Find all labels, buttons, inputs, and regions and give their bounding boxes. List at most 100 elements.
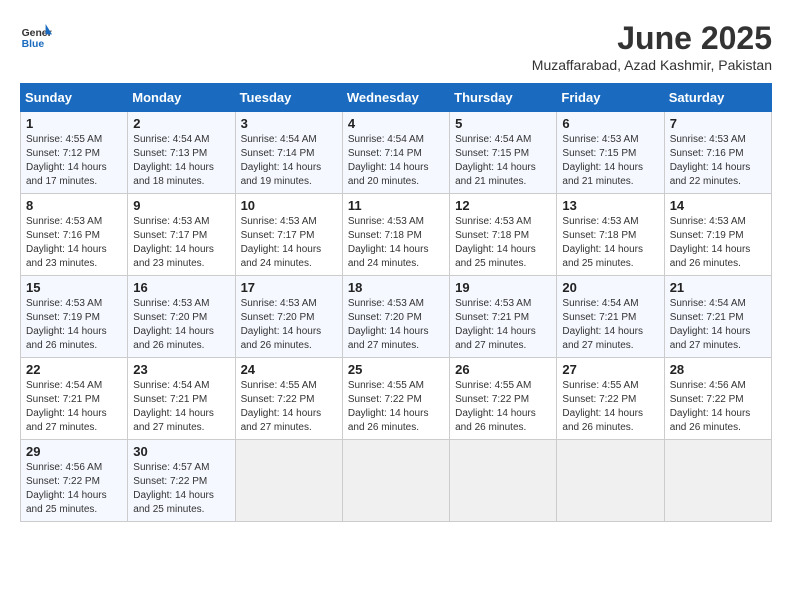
- calendar-cell: [557, 440, 664, 522]
- day-info: Sunrise: 4:56 AMSunset: 7:22 PMDaylight:…: [670, 380, 751, 433]
- day-info: Sunrise: 4:56 AMSunset: 7:22 PMDaylight:…: [26, 462, 107, 515]
- calendar-week-row: 15 Sunrise: 4:53 AMSunset: 7:19 PMDaylig…: [21, 276, 772, 358]
- calendar-cell: 28 Sunrise: 4:56 AMSunset: 7:22 PMDaylig…: [664, 358, 771, 440]
- day-number: 16: [133, 280, 229, 295]
- day-number: 26: [455, 362, 551, 377]
- day-info: Sunrise: 4:53 AMSunset: 7:20 PMDaylight:…: [241, 298, 322, 351]
- col-friday: Friday: [557, 84, 664, 112]
- weekday-header-row: Sunday Monday Tuesday Wednesday Thursday…: [21, 84, 772, 112]
- calendar-cell: 12 Sunrise: 4:53 AMSunset: 7:18 PMDaylig…: [450, 194, 557, 276]
- col-thursday: Thursday: [450, 84, 557, 112]
- day-number: 4: [348, 116, 444, 131]
- day-number: 7: [670, 116, 766, 131]
- day-info: Sunrise: 4:53 AMSunset: 7:19 PMDaylight:…: [670, 216, 751, 269]
- logo: General Blue: [20, 20, 52, 52]
- day-number: 11: [348, 198, 444, 213]
- calendar-cell: 19 Sunrise: 4:53 AMSunset: 7:21 PMDaylig…: [450, 276, 557, 358]
- day-info: Sunrise: 4:53 AMSunset: 7:17 PMDaylight:…: [133, 216, 214, 269]
- calendar-cell: 29 Sunrise: 4:56 AMSunset: 7:22 PMDaylig…: [21, 440, 128, 522]
- calendar-week-row: 29 Sunrise: 4:56 AMSunset: 7:22 PMDaylig…: [21, 440, 772, 522]
- day-info: Sunrise: 4:53 AMSunset: 7:16 PMDaylight:…: [670, 134, 751, 187]
- day-info: Sunrise: 4:54 AMSunset: 7:15 PMDaylight:…: [455, 134, 536, 187]
- calendar-cell: 25 Sunrise: 4:55 AMSunset: 7:22 PMDaylig…: [342, 358, 449, 440]
- day-number: 27: [562, 362, 658, 377]
- col-sunday: Sunday: [21, 84, 128, 112]
- day-info: Sunrise: 4:55 AMSunset: 7:22 PMDaylight:…: [241, 380, 322, 433]
- day-info: Sunrise: 4:53 AMSunset: 7:19 PMDaylight:…: [26, 298, 107, 351]
- calendar-cell: 26 Sunrise: 4:55 AMSunset: 7:22 PMDaylig…: [450, 358, 557, 440]
- day-info: Sunrise: 4:54 AMSunset: 7:14 PMDaylight:…: [241, 134, 322, 187]
- day-number: 20: [562, 280, 658, 295]
- day-info: Sunrise: 4:54 AMSunset: 7:21 PMDaylight:…: [562, 298, 643, 351]
- day-number: 19: [455, 280, 551, 295]
- day-info: Sunrise: 4:55 AMSunset: 7:22 PMDaylight:…: [348, 380, 429, 433]
- day-info: Sunrise: 4:53 AMSunset: 7:15 PMDaylight:…: [562, 134, 643, 187]
- day-number: 6: [562, 116, 658, 131]
- day-number: 18: [348, 280, 444, 295]
- day-info: Sunrise: 4:53 AMSunset: 7:18 PMDaylight:…: [562, 216, 643, 269]
- day-info: Sunrise: 4:53 AMSunset: 7:21 PMDaylight:…: [455, 298, 536, 351]
- day-number: 25: [348, 362, 444, 377]
- day-number: 15: [26, 280, 122, 295]
- col-wednesday: Wednesday: [342, 84, 449, 112]
- col-saturday: Saturday: [664, 84, 771, 112]
- day-info: Sunrise: 4:54 AMSunset: 7:21 PMDaylight:…: [670, 298, 751, 351]
- calendar-table: Sunday Monday Tuesday Wednesday Thursday…: [20, 83, 772, 522]
- calendar-cell: 1 Sunrise: 4:55 AMSunset: 7:12 PMDayligh…: [21, 112, 128, 194]
- day-number: 14: [670, 198, 766, 213]
- day-info: Sunrise: 4:54 AMSunset: 7:21 PMDaylight:…: [26, 380, 107, 433]
- day-number: 29: [26, 444, 122, 459]
- calendar-week-row: 8 Sunrise: 4:53 AMSunset: 7:16 PMDayligh…: [21, 194, 772, 276]
- calendar-cell: 7 Sunrise: 4:53 AMSunset: 7:16 PMDayligh…: [664, 112, 771, 194]
- day-number: 12: [455, 198, 551, 213]
- day-number: 23: [133, 362, 229, 377]
- day-number: 1: [26, 116, 122, 131]
- calendar-cell: 8 Sunrise: 4:53 AMSunset: 7:16 PMDayligh…: [21, 194, 128, 276]
- calendar-cell: 4 Sunrise: 4:54 AMSunset: 7:14 PMDayligh…: [342, 112, 449, 194]
- day-info: Sunrise: 4:54 AMSunset: 7:21 PMDaylight:…: [133, 380, 214, 433]
- calendar-cell: 11 Sunrise: 4:53 AMSunset: 7:18 PMDaylig…: [342, 194, 449, 276]
- calendar-cell: [342, 440, 449, 522]
- day-number: 22: [26, 362, 122, 377]
- page-header: General Blue June 2025 Muzaffarabad, Aza…: [20, 20, 772, 73]
- day-info: Sunrise: 4:57 AMSunset: 7:22 PMDaylight:…: [133, 462, 214, 515]
- generalblue-logo-icon: General Blue: [20, 20, 52, 52]
- day-number: 28: [670, 362, 766, 377]
- calendar-cell: 24 Sunrise: 4:55 AMSunset: 7:22 PMDaylig…: [235, 358, 342, 440]
- calendar-cell: 30 Sunrise: 4:57 AMSunset: 7:22 PMDaylig…: [128, 440, 235, 522]
- title-block: June 2025 Muzaffarabad, Azad Kashmir, Pa…: [532, 20, 772, 73]
- calendar-cell: 2 Sunrise: 4:54 AMSunset: 7:13 PMDayligh…: [128, 112, 235, 194]
- day-number: 9: [133, 198, 229, 213]
- day-number: 13: [562, 198, 658, 213]
- day-info: Sunrise: 4:55 AMSunset: 7:22 PMDaylight:…: [562, 380, 643, 433]
- location-subtitle: Muzaffarabad, Azad Kashmir, Pakistan: [532, 57, 772, 73]
- calendar-week-row: 1 Sunrise: 4:55 AMSunset: 7:12 PMDayligh…: [21, 112, 772, 194]
- day-number: 24: [241, 362, 337, 377]
- month-year-title: June 2025: [532, 20, 772, 57]
- calendar-cell: 15 Sunrise: 4:53 AMSunset: 7:19 PMDaylig…: [21, 276, 128, 358]
- day-info: Sunrise: 4:54 AMSunset: 7:13 PMDaylight:…: [133, 134, 214, 187]
- day-info: Sunrise: 4:53 AMSunset: 7:18 PMDaylight:…: [455, 216, 536, 269]
- day-info: Sunrise: 4:53 AMSunset: 7:20 PMDaylight:…: [133, 298, 214, 351]
- calendar-cell: 20 Sunrise: 4:54 AMSunset: 7:21 PMDaylig…: [557, 276, 664, 358]
- calendar-cell: 18 Sunrise: 4:53 AMSunset: 7:20 PMDaylig…: [342, 276, 449, 358]
- calendar-cell: 6 Sunrise: 4:53 AMSunset: 7:15 PMDayligh…: [557, 112, 664, 194]
- day-info: Sunrise: 4:53 AMSunset: 7:16 PMDaylight:…: [26, 216, 107, 269]
- day-number: 2: [133, 116, 229, 131]
- calendar-cell: 16 Sunrise: 4:53 AMSunset: 7:20 PMDaylig…: [128, 276, 235, 358]
- calendar-cell: 9 Sunrise: 4:53 AMSunset: 7:17 PMDayligh…: [128, 194, 235, 276]
- calendar-cell: 27 Sunrise: 4:55 AMSunset: 7:22 PMDaylig…: [557, 358, 664, 440]
- day-number: 17: [241, 280, 337, 295]
- calendar-week-row: 22 Sunrise: 4:54 AMSunset: 7:21 PMDaylig…: [21, 358, 772, 440]
- day-info: Sunrise: 4:55 AMSunset: 7:22 PMDaylight:…: [455, 380, 536, 433]
- calendar-cell: 22 Sunrise: 4:54 AMSunset: 7:21 PMDaylig…: [21, 358, 128, 440]
- day-info: Sunrise: 4:55 AMSunset: 7:12 PMDaylight:…: [26, 134, 107, 187]
- calendar-cell: 21 Sunrise: 4:54 AMSunset: 7:21 PMDaylig…: [664, 276, 771, 358]
- calendar-cell: [235, 440, 342, 522]
- day-number: 10: [241, 198, 337, 213]
- calendar-cell: 23 Sunrise: 4:54 AMSunset: 7:21 PMDaylig…: [128, 358, 235, 440]
- calendar-cell: [450, 440, 557, 522]
- day-info: Sunrise: 4:53 AMSunset: 7:18 PMDaylight:…: [348, 216, 429, 269]
- calendar-cell: 17 Sunrise: 4:53 AMSunset: 7:20 PMDaylig…: [235, 276, 342, 358]
- calendar-cell: 13 Sunrise: 4:53 AMSunset: 7:18 PMDaylig…: [557, 194, 664, 276]
